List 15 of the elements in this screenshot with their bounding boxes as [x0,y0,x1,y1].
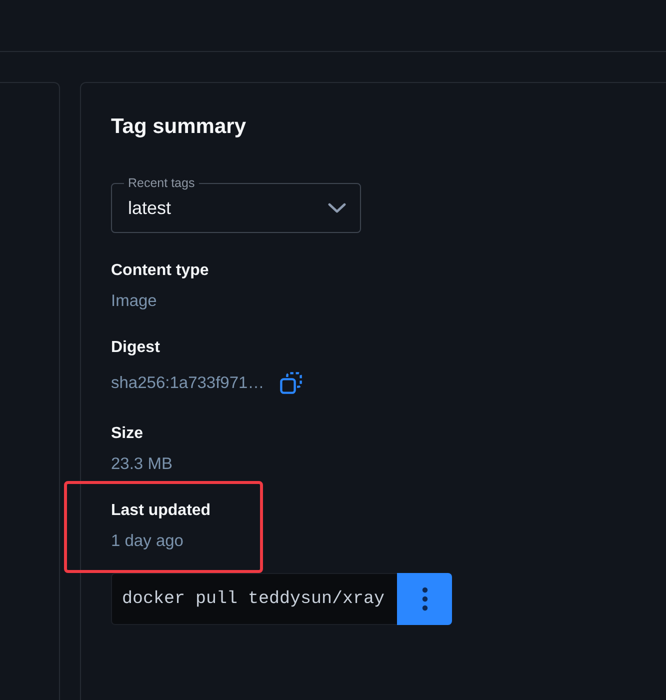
detail-label: Size [111,424,144,444]
detail-value: 23.3 MB [111,454,172,475]
detail-label: Last updated [111,501,211,521]
detail-label: Content type [111,261,209,281]
detail-value: sha256:1a733f971… [111,372,264,394]
detail-value: 1 day ago [111,531,184,552]
copy-icon[interactable] [280,372,302,394]
chevron-down-icon [328,203,346,213]
vertical-dots-icon [422,587,428,611]
more-options-button[interactable] [397,573,452,625]
card-title: Tag summary [111,114,246,140]
detail-value: Image [111,291,157,312]
pull-command: docker pull teddysun/xray [111,573,397,625]
detail-label: Digest [111,338,160,358]
tag-dropdown[interactable]: Recent tags latest [111,176,361,233]
